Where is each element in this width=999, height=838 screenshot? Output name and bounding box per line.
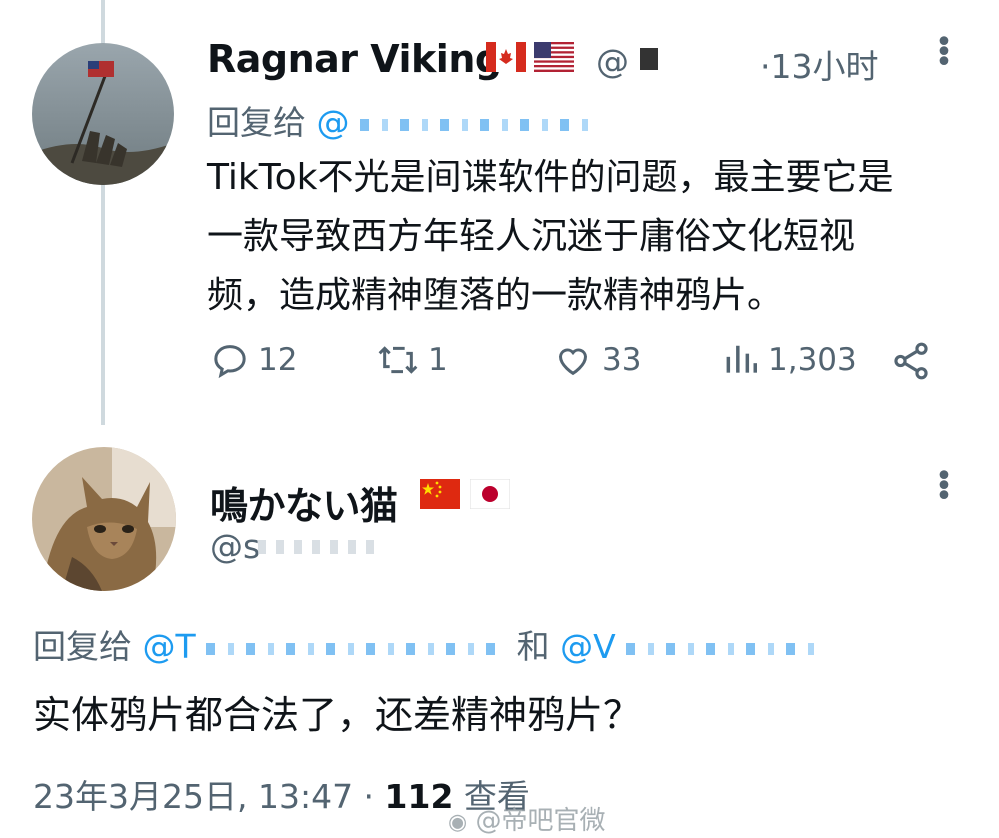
handle-redaction — [258, 540, 378, 554]
views-icon — [726, 345, 757, 373]
weibo-logo-icon: ◉ — [448, 810, 468, 835]
author-name[interactable]: 鳴かない猫 — [210, 475, 398, 530]
tweet-text: TikTok不光是间谍软件的问题，最主要它是 一款导致西方年轻人沉迷于庸俗文化短… — [207, 148, 987, 325]
flag-canada-icon — [486, 42, 526, 72]
avatar-ragnar[interactable] — [32, 43, 174, 185]
reply-icon — [214, 345, 246, 379]
tweet-time[interactable]: ·13小时 — [760, 40, 878, 88]
replying-to: 回复给 @T 和 @V — [33, 620, 827, 668]
tweet-text: 实体鸦片都合法了，还差精神鸦片？ — [33, 693, 642, 737]
reply-mention[interactable]: @ — [317, 103, 350, 142]
reply-button[interactable]: 12 — [210, 340, 297, 380]
mention-redaction — [206, 642, 507, 655]
author-handle[interactable]: @ — [596, 42, 629, 81]
reply-mention-2[interactable]: @V — [560, 627, 616, 666]
flag-usa-icon — [534, 42, 574, 72]
retweet-button[interactable]: 1 — [376, 340, 448, 380]
replying-to: 回复给 @ — [207, 96, 590, 144]
views-button[interactable]: 1,303 — [722, 340, 857, 380]
flag-china-icon — [420, 479, 460, 509]
tweet-text-line: TikTok不光是间谍软件的问题，最主要它是 — [207, 157, 894, 198]
more-icon[interactable]: • • • — [934, 28, 954, 78]
author-handle[interactable]: @s — [210, 527, 260, 566]
tweet-text-line: 频，造成精神堕落的一款精神鸦片。 — [207, 275, 784, 316]
handle-redaction — [640, 48, 658, 70]
flag-japan-icon — [469, 478, 511, 510]
retweet-icon — [378, 346, 418, 374]
mention-redaction — [626, 642, 827, 655]
reply-mention-1[interactable]: @T — [143, 627, 196, 666]
view-count[interactable]: 112 — [385, 777, 454, 816]
share-icon — [894, 342, 928, 380]
like-icon — [558, 348, 588, 376]
more-icon[interactable]: • • • — [934, 462, 954, 512]
author-name[interactable]: Ragnar Viking — [207, 37, 502, 81]
avatar-image — [32, 43, 174, 185]
mention-redaction — [360, 118, 590, 131]
tweet-text-line: 一款导致西方年轻人沉迷于庸俗文化短视 — [207, 216, 856, 257]
avatar-image — [32, 447, 176, 591]
avatar-cat[interactable] — [32, 447, 176, 591]
like-button[interactable]: 33 — [552, 340, 641, 380]
share-button[interactable] — [890, 340, 932, 382]
tweet-timestamp[interactable]: 23年3月25日, 13:47 · — [33, 777, 385, 816]
watermark: ◉ @帝吧官微 — [448, 806, 606, 836]
